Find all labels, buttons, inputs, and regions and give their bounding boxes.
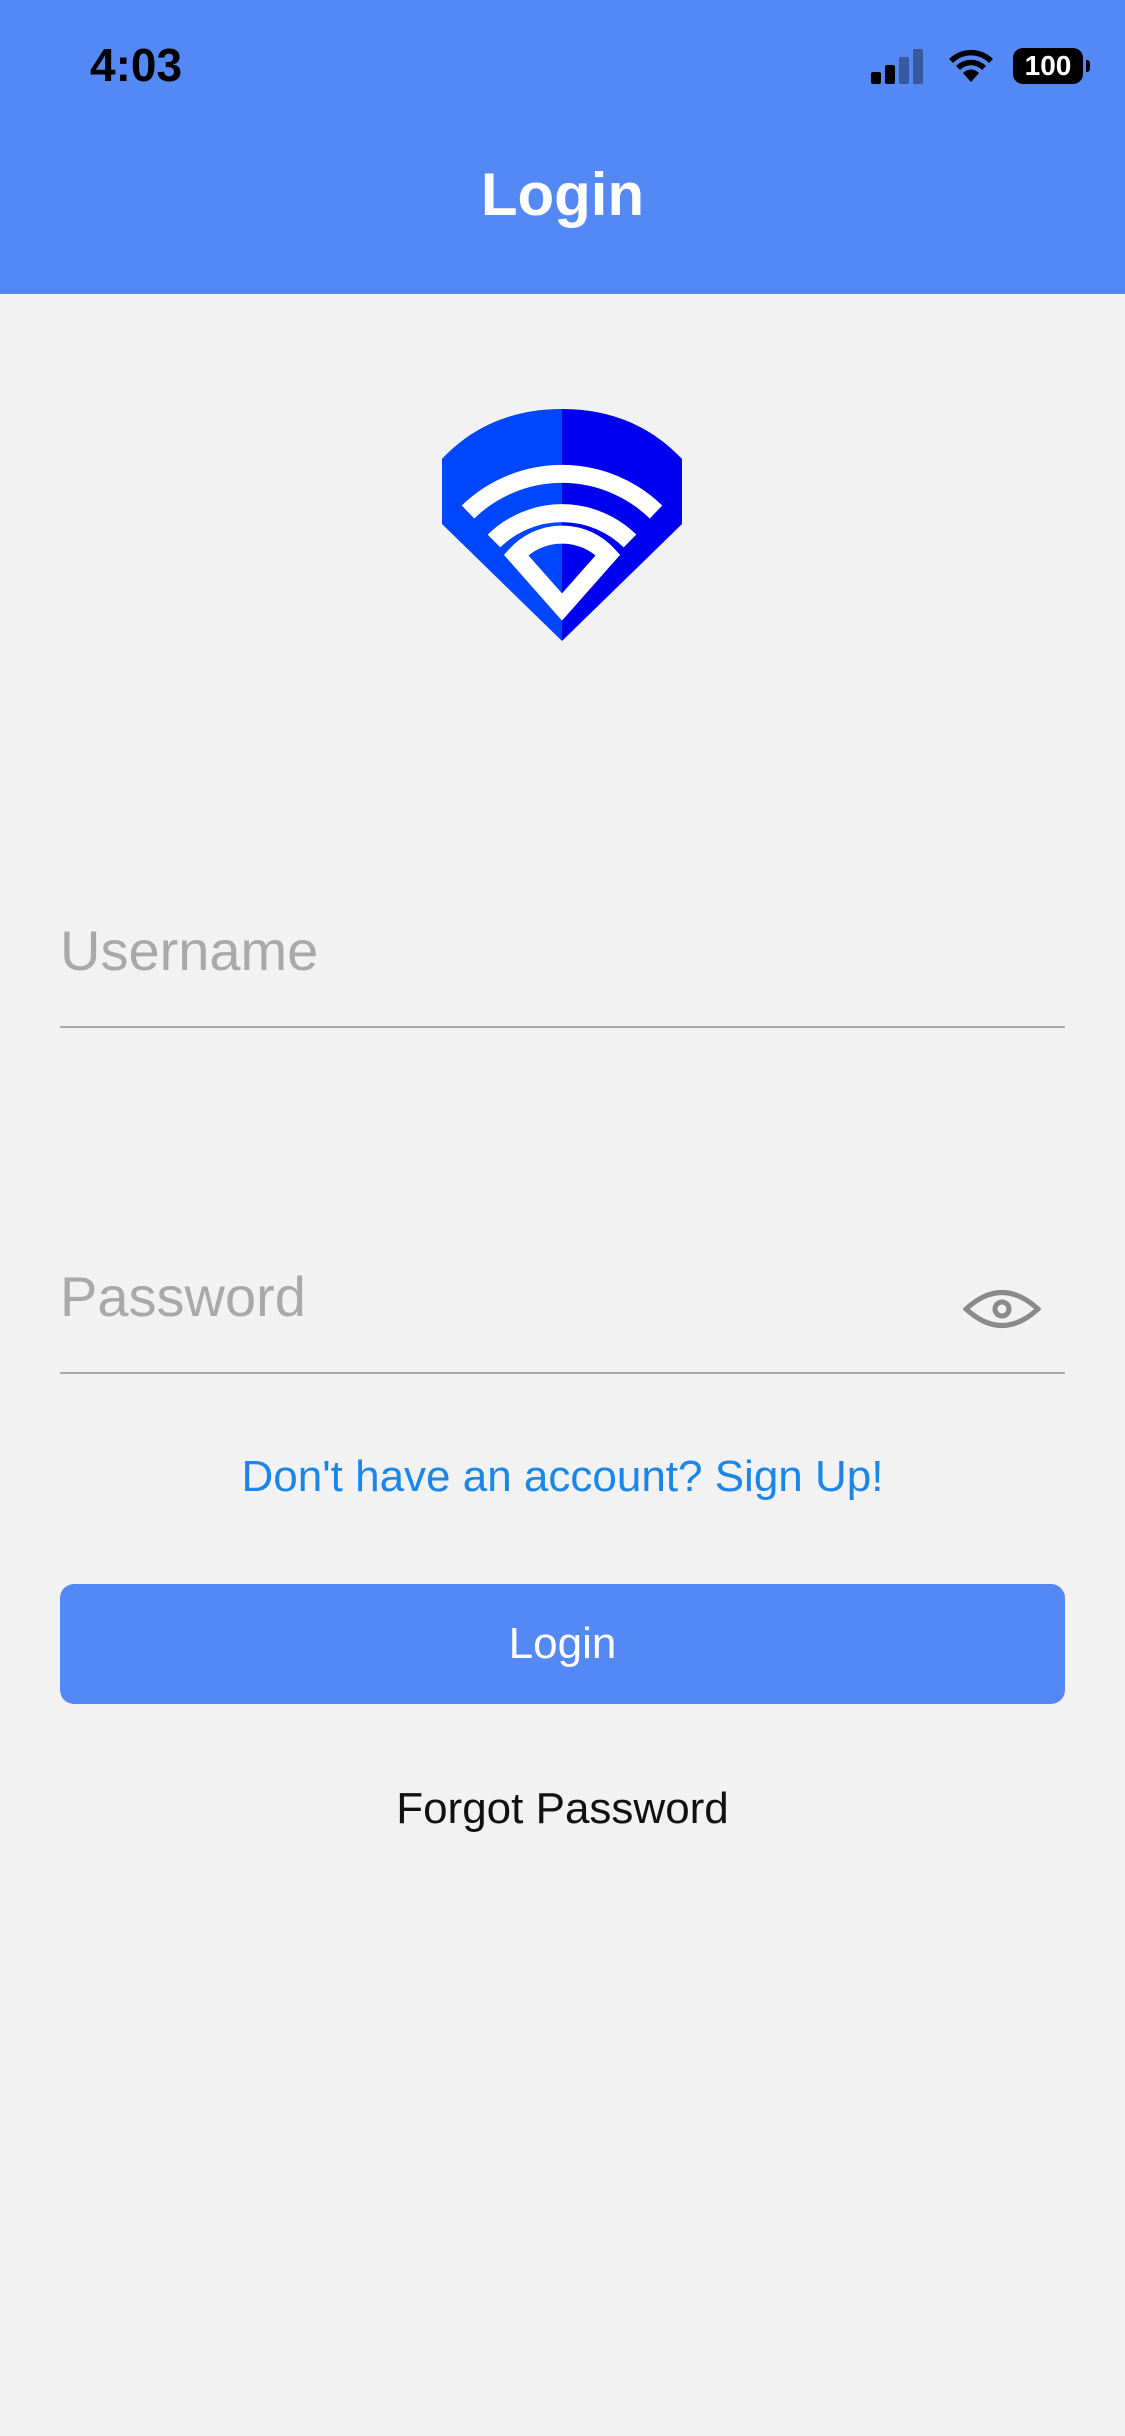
eye-icon[interactable]: [963, 1284, 1041, 1334]
password-field-container: [60, 1256, 1065, 1374]
login-screen: 4:03 100 Login Username Don't have an ac…: [0, 0, 1125, 2436]
login-button[interactable]: Login: [60, 1584, 1065, 1704]
status-icons: 100: [871, 48, 1090, 84]
signup-link[interactable]: Don't have an account? Sign Up!: [0, 1452, 1125, 1502]
wifi-shield-logo-icon: [442, 409, 682, 641]
header-bar: 4:03 100 Login: [0, 0, 1125, 294]
username-field-container: [60, 910, 1065, 1028]
wifi-icon: [949, 49, 993, 82]
username-input[interactable]: [60, 910, 960, 990]
battery-level: 100: [1024, 50, 1072, 81]
page-title: Login: [480, 161, 645, 228]
battery-icon: 100: [1013, 48, 1090, 84]
signal-icon: [871, 49, 923, 84]
forgot-password-link[interactable]: Forgot Password: [0, 1784, 1125, 1834]
password-input[interactable]: [60, 1256, 960, 1336]
status-time: 4:03: [90, 39, 183, 91]
battery-tip: [1086, 60, 1090, 72]
